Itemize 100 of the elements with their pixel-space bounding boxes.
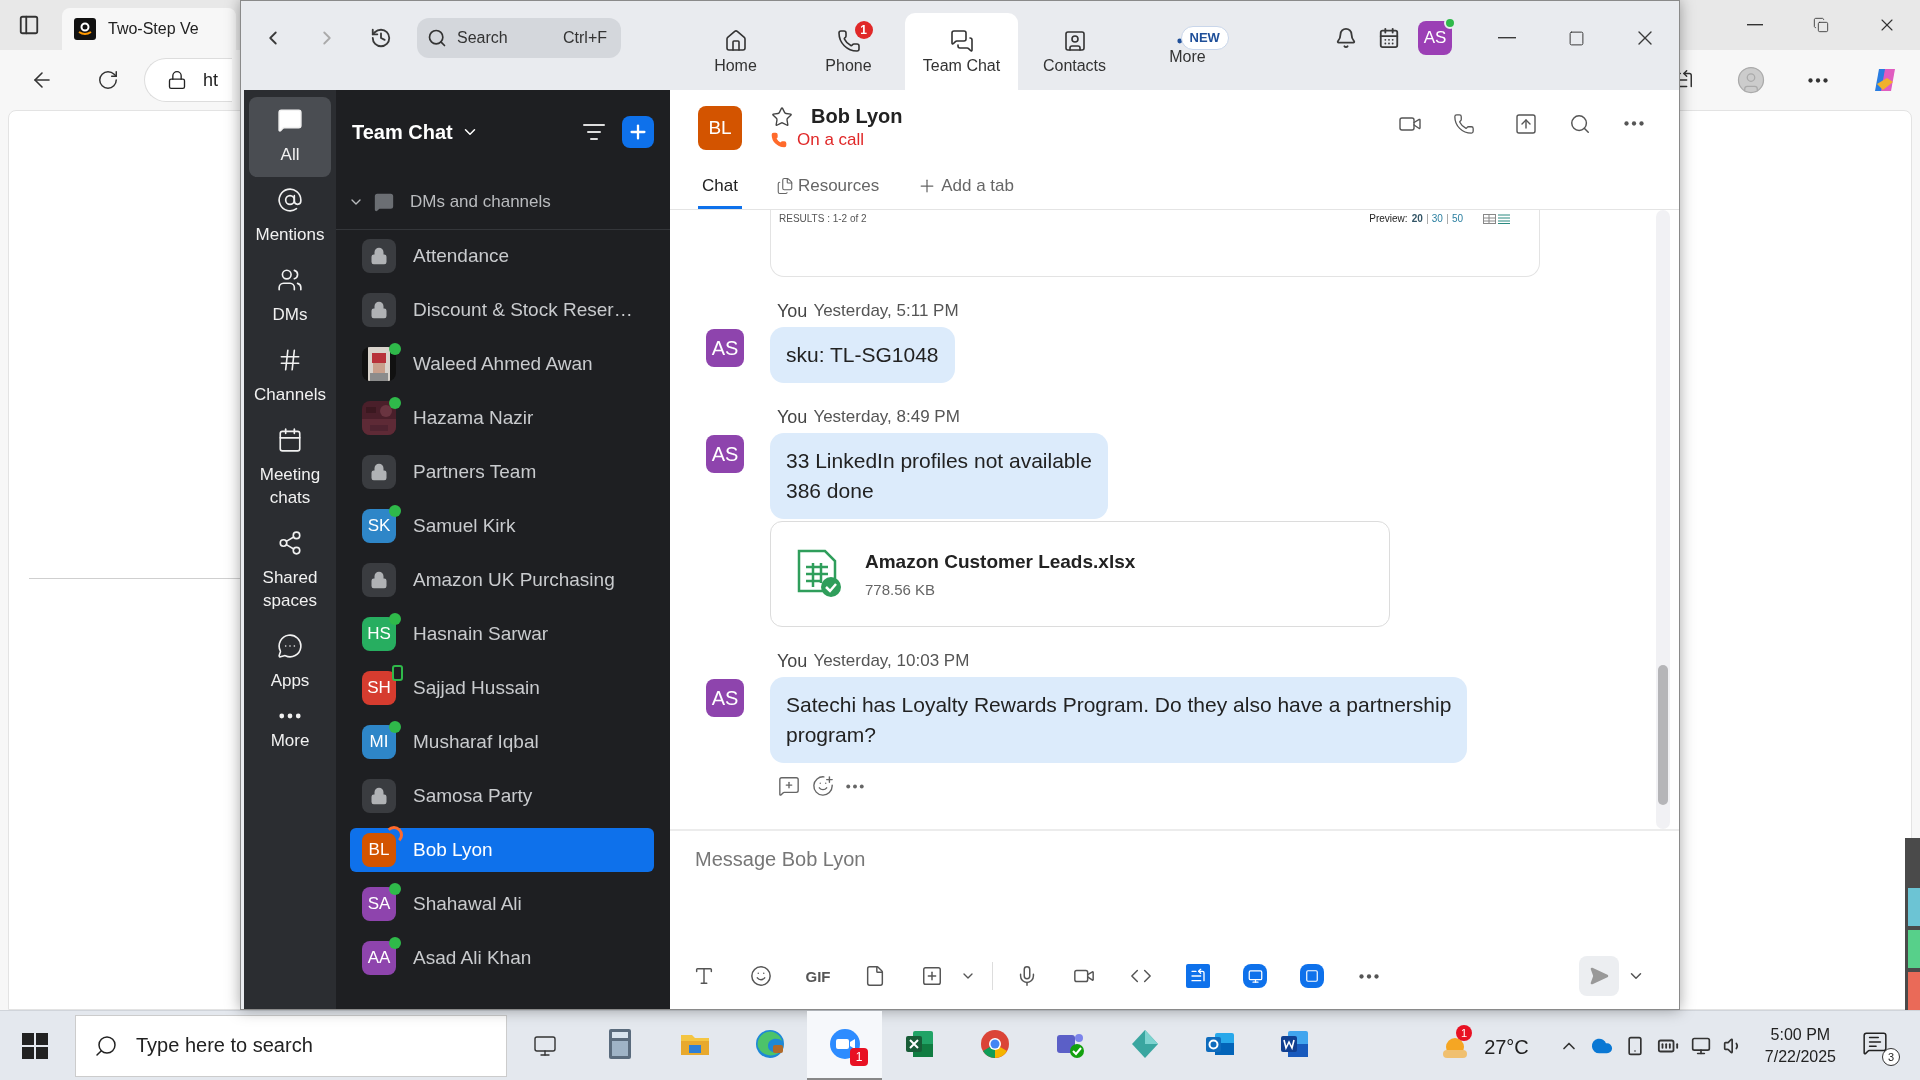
search-field[interactable]: Search Ctrl+F <box>417 18 621 58</box>
calendar-icon <box>1378 27 1400 49</box>
contact-card-icon <box>1062 28 1087 53</box>
chat-list-item[interactable]: SA Shahawal Ali <box>350 882 654 926</box>
chat-tab[interactable]: Chat <box>698 165 742 209</box>
sender-avatar: AS <box>706 329 744 367</box>
avatar: SK <box>362 509 396 543</box>
at-sign-icon <box>277 187 303 213</box>
file-size: 778.56 KB <box>865 580 937 598</box>
phone-icon <box>836 28 861 53</box>
sender-avatar: AS <box>706 435 744 473</box>
sidebar-item[interactable]: Channels <box>249 337 331 417</box>
pages-icon <box>775 176 794 195</box>
more-icon[interactable] <box>846 783 864 789</box>
gif-button[interactable]: GIF <box>798 956 838 996</box>
home-icon <box>723 28 748 53</box>
share-nodes-icon <box>277 530 303 556</box>
list-title[interactable]: Team Chat <box>352 120 479 144</box>
chat-dots-icon <box>277 633 303 659</box>
chat-bubbles-icon <box>949 28 974 53</box>
smiley-icon <box>750 965 772 987</box>
chat-tab[interactable]: Add a tab <box>913 165 1018 209</box>
screen-app-icon <box>1243 964 1267 988</box>
avatar: BL <box>362 833 396 867</box>
refresh-icon <box>97 69 119 91</box>
phone-icon <box>1453 112 1475 135</box>
chat-list-item[interactable]: Discount & Stock Reser… <box>350 288 654 332</box>
letter-t-icon <box>693 965 715 987</box>
phone-icon <box>771 132 787 148</box>
sidebar-item[interactable]: Shared spaces <box>249 520 331 623</box>
browser-tab[interactable]: Two-Step Ve <box>62 8 236 50</box>
minimize-icon <box>1498 37 1516 39</box>
taskbar-search-field[interactable]: Type here to search <box>75 1014 507 1077</box>
chat-list-item[interactable]: Hazama Nazir <box>350 396 654 440</box>
chat-list-item[interactable]: SH Sajjad Hussain <box>350 666 654 710</box>
network-icon[interactable] <box>1690 1035 1711 1056</box>
avatar: SA <box>362 887 396 921</box>
lock-icon <box>362 293 396 327</box>
results-count: RESULTS : 1-2 of 2 <box>779 213 867 224</box>
address-field[interactable]: ht <box>144 58 232 102</box>
sidebar-item[interactable]: More <box>249 703 331 763</box>
send-icon <box>1589 966 1609 986</box>
search-icon <box>1569 112 1591 135</box>
square-plus-icon <box>921 965 943 987</box>
add-reaction-icon[interactable] <box>812 775 834 797</box>
clock[interactable]: 5:00 PM 7/22/2025 <box>1742 1025 1858 1066</box>
scrollbar-thumb[interactable] <box>1658 665 1668 805</box>
count-badge: 3 <box>1882 1047 1900 1066</box>
chat-list-item[interactable]: Amazon UK Purchasing <box>350 558 654 602</box>
contact-status: On a call <box>797 130 865 150</box>
search-icon <box>94 1033 118 1058</box>
sidebar-item[interactable]: Apps <box>249 623 331 703</box>
chat-list-item[interactable]: Waleed Ahmed Awan <box>350 342 654 386</box>
message-bubble: Satechi has Loyalty Rewards Program. Do they also have a partnership program? <box>770 677 1468 763</box>
lock-icon <box>362 779 396 813</box>
sender-avatar: AS <box>706 679 744 717</box>
chat-list-item[interactable]: Partners Team <box>350 450 654 494</box>
sidebar-item[interactable]: Meeting chats <box>249 417 331 520</box>
square-app-icon <box>1300 964 1324 988</box>
panel-icon <box>18 14 40 36</box>
nav-tab[interactable]: NEW More <box>1131 13 1244 90</box>
message-icon <box>1862 1029 1888 1056</box>
file-icon <box>864 965 886 987</box>
new-chat-button[interactable] <box>622 116 654 148</box>
preview-link[interactable]: 30 <box>1426 213 1443 224</box>
chat-list-item[interactable]: BL Bob Lyon <box>350 828 654 872</box>
sidebar-item[interactable]: Mentions <box>249 177 331 257</box>
preview-link[interactable]: 50 <box>1446 213 1463 224</box>
message-time: Yesterday, 5:11 PM <box>813 301 959 321</box>
star-button[interactable] <box>771 105 793 128</box>
preview-link[interactable]: 20 <box>1411 213 1423 224</box>
chat-list-item[interactable]: Samosa Party <box>350 774 654 818</box>
weather-widget[interactable]: 1 27°C <box>1440 1022 1549 1069</box>
taskbar-app[interactable]: 1 <box>807 1010 882 1080</box>
message-time: Yesterday, 10:03 PM <box>813 651 970 671</box>
nav-tab[interactable]: 1 Phone <box>792 13 905 90</box>
chat-tab[interactable]: Resources <box>771 165 884 209</box>
nav-tab[interactable]: Home <box>679 13 792 90</box>
more-icon <box>279 713 301 719</box>
sidebar-item[interactable]: All <box>249 97 331 177</box>
sidebar-item[interactable]: DMs <box>249 257 331 337</box>
star-icon <box>771 105 793 128</box>
lock-icon <box>362 455 396 489</box>
chat-list-item[interactable]: AA Asad Ali Khan <box>350 936 654 980</box>
people-icon <box>277 267 303 293</box>
profile-avatar[interactable]: AS <box>1418 21 1452 55</box>
avatar: MI <box>362 725 396 759</box>
send-button[interactable] <box>1579 956 1619 996</box>
notifications-button[interactable]: 3 <box>1858 1025 1900 1066</box>
nav-tab[interactable]: Team Chat <box>905 13 1018 90</box>
section-header[interactable]: DMs and channels <box>336 174 670 230</box>
count-badge: 1 <box>1456 1024 1473 1041</box>
chat-list-item[interactable]: Attendance <box>350 234 654 278</box>
file-attachment[interactable]: Amazon Customer Leads.xlsx 778.56 KB <box>770 521 1390 627</box>
chat-list-item[interactable]: SK Samuel Kirk <box>350 504 654 548</box>
chat-list-item[interactable]: MI Musharaf Iqbal <box>350 720 654 764</box>
chat-list-item[interactable]: HS Hasnain Sarwar <box>350 612 654 656</box>
contact-name: Bob Lyon <box>811 105 903 128</box>
reply-icon[interactable] <box>778 775 800 797</box>
nav-tab[interactable]: Contacts <box>1018 13 1131 90</box>
